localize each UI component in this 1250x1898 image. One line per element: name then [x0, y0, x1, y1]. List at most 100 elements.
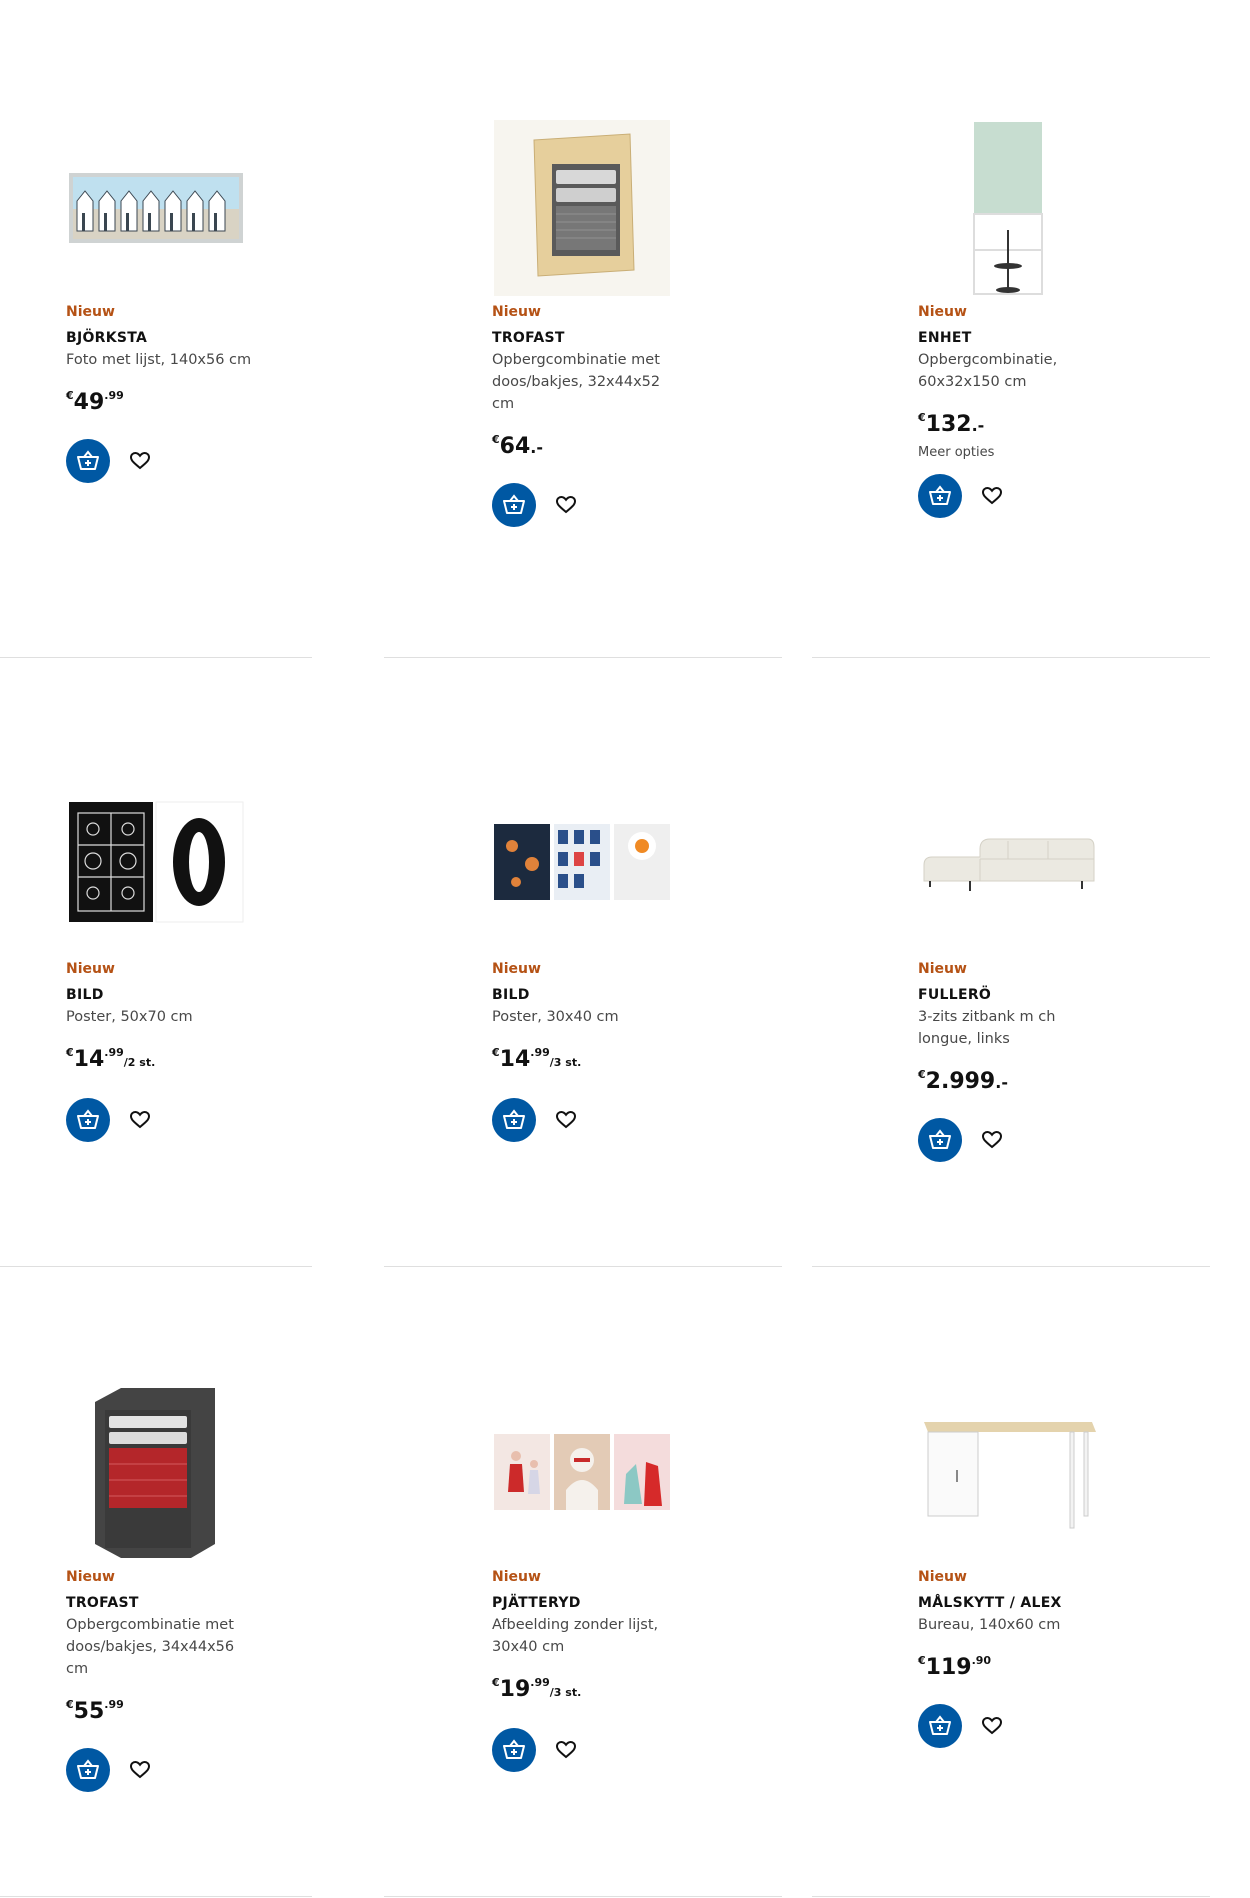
- card-actions: [918, 1118, 1178, 1162]
- heart-icon: [130, 452, 150, 470]
- product-price: €64.-: [492, 433, 543, 459]
- card-actions: [492, 1728, 752, 1772]
- heart-icon: [982, 1717, 1002, 1735]
- product-image[interactable]: [66, 118, 246, 298]
- product-name[interactable]: PJÄTTERYD: [492, 1594, 752, 1612]
- new-badge: Nieuw: [918, 961, 967, 977]
- card-actions: [492, 1098, 752, 1142]
- product-description: Poster, 50x70 cm: [66, 1009, 193, 1025]
- card-actions: [66, 1098, 326, 1142]
- favourite-button[interactable]: [552, 1736, 580, 1764]
- add-to-cart-icon: [77, 1109, 99, 1129]
- product-image[interactable]: [492, 1382, 672, 1562]
- product-image[interactable]: [918, 772, 1098, 952]
- row-divider: [0, 1896, 312, 1897]
- product-description: Opbergcombinatie met doos/bakjes, 32x44x…: [492, 352, 661, 412]
- heart-icon: [130, 1111, 150, 1129]
- favourite-button[interactable]: [126, 1756, 154, 1784]
- new-badge: Nieuw: [918, 1569, 967, 1585]
- product-name[interactable]: BJÖRKSTA: [66, 329, 326, 347]
- card-actions: [918, 1704, 1178, 1748]
- product-image[interactable]: [492, 118, 672, 298]
- new-badge: Nieuw: [66, 961, 115, 977]
- card-actions: [66, 439, 326, 483]
- product-image[interactable]: [66, 772, 246, 952]
- product-description: Bureau, 140x60 cm: [918, 1617, 1061, 1633]
- favourite-button[interactable]: [552, 1106, 580, 1134]
- product-description: Foto met lijst, 140x56 cm: [66, 352, 252, 368]
- product-image[interactable]: [66, 1382, 246, 1562]
- row-divider: [812, 1266, 1210, 1267]
- add-to-cart-button[interactable]: [918, 474, 962, 518]
- new-badge: Nieuw: [492, 961, 541, 977]
- new-badge: Nieuw: [492, 304, 541, 320]
- product-description: Afbeelding zonder lijst, 30x40 cm: [492, 1617, 659, 1655]
- card-actions: [918, 474, 1178, 518]
- heart-icon: [556, 1741, 576, 1759]
- product-description: Opbergcombinatie met doos/bakjes, 34x44x…: [66, 1617, 235, 1677]
- favourite-button[interactable]: [126, 1106, 154, 1134]
- product-image[interactable]: [918, 118, 1098, 298]
- add-to-cart-icon: [929, 1129, 951, 1149]
- product-card: Nieuw MÅLSKYTT / ALEX Bureau, 140x60 cm …: [918, 1568, 1178, 1748]
- favourite-button[interactable]: [126, 447, 154, 475]
- product-card: Nieuw TROFAST Opbergcombinatie met doos/…: [66, 1568, 326, 1792]
- product-name[interactable]: ENHET: [918, 329, 1178, 347]
- heart-icon: [982, 1131, 1002, 1149]
- product-name[interactable]: BILD: [66, 986, 326, 1004]
- add-to-cart-button[interactable]: [66, 439, 110, 483]
- heart-icon: [556, 1111, 576, 1129]
- favourite-button[interactable]: [978, 482, 1006, 510]
- product-price: €49.99: [66, 389, 124, 415]
- product-price: €14.99/3 st.: [492, 1046, 582, 1072]
- add-to-cart-button[interactable]: [918, 1118, 962, 1162]
- add-to-cart-icon: [929, 485, 951, 505]
- row-divider: [812, 1896, 1210, 1897]
- add-to-cart-icon: [503, 1109, 525, 1129]
- favourite-button[interactable]: [978, 1126, 1006, 1154]
- add-to-cart-icon: [503, 1739, 525, 1759]
- new-badge: Nieuw: [918, 304, 967, 320]
- add-to-cart-button[interactable]: [492, 1098, 536, 1142]
- add-to-cart-icon: [503, 494, 525, 514]
- row-divider: [384, 1266, 782, 1267]
- product-price: €14.99/2 st.: [66, 1046, 156, 1072]
- add-to-cart-button[interactable]: [66, 1098, 110, 1142]
- heart-icon: [130, 1761, 150, 1779]
- product-price: €119.90: [918, 1654, 992, 1680]
- row-divider: [812, 657, 1210, 658]
- favourite-button[interactable]: [552, 491, 580, 519]
- product-image[interactable]: [918, 1382, 1098, 1562]
- add-to-cart-button[interactable]: [918, 1704, 962, 1748]
- product-price: €19.99/3 st.: [492, 1676, 582, 1702]
- product-price: €2.999.-: [918, 1068, 1008, 1094]
- product-card: Nieuw BILD Poster, 30x40 cm €14.99/3 st.: [492, 960, 752, 1142]
- product-price: €55.99: [66, 1698, 124, 1724]
- row-divider: [0, 1266, 312, 1267]
- row-divider: [384, 1896, 782, 1897]
- product-card: Nieuw BJÖRKSTA Foto met lijst, 140x56 cm…: [66, 303, 326, 483]
- add-to-cart-button[interactable]: [492, 483, 536, 527]
- product-card: Nieuw PJÄTTERYD Afbeelding zonder lijst,…: [492, 1568, 752, 1772]
- product-name[interactable]: BILD: [492, 986, 752, 1004]
- product-card: Nieuw ENHET Opbergcombinatie, 60x32x150 …: [918, 303, 1178, 518]
- more-options-link[interactable]: Meer opties: [918, 445, 1178, 460]
- new-badge: Nieuw: [66, 1569, 115, 1585]
- product-price: €132.-: [918, 411, 985, 437]
- add-to-cart-button[interactable]: [66, 1748, 110, 1792]
- product-grid: Nieuw BJÖRKSTA Foto met lijst, 140x56 cm…: [0, 0, 1250, 1898]
- add-to-cart-icon: [77, 1759, 99, 1779]
- card-actions: [492, 483, 752, 527]
- add-to-cart-icon: [929, 1715, 951, 1735]
- row-divider: [384, 657, 782, 658]
- product-image[interactable]: [492, 772, 672, 952]
- add-to-cart-button[interactable]: [492, 1728, 536, 1772]
- product-card: Nieuw TROFAST Opbergcombinatie met doos/…: [492, 303, 752, 527]
- product-name[interactable]: MÅLSKYTT / ALEX: [918, 1594, 1178, 1612]
- product-name[interactable]: FULLERÖ: [918, 986, 1178, 1004]
- product-name[interactable]: TROFAST: [492, 329, 752, 347]
- row-divider: [0, 657, 312, 658]
- favourite-button[interactable]: [978, 1712, 1006, 1740]
- product-name[interactable]: TROFAST: [66, 1594, 326, 1612]
- product-description: 3-zits zitbank m ch longue, links: [918, 1009, 1056, 1047]
